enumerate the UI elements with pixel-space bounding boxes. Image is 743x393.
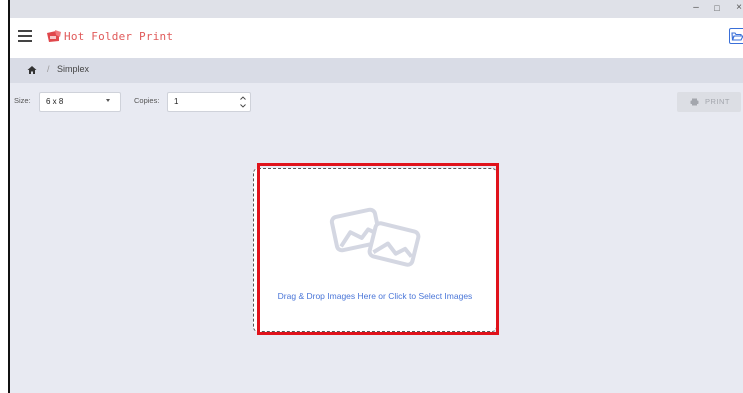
maximize-button[interactable]: □ [711, 2, 723, 14]
size-label: Size: [14, 96, 31, 105]
print-button-label: PRINT [705, 97, 730, 106]
close-button[interactable]: × [733, 2, 743, 14]
size-select[interactable]: 6 x 8 [39, 92, 121, 112]
home-icon[interactable] [27, 65, 37, 75]
breadcrumb-current: Simplex [57, 64, 90, 74]
breadcrumb-separator: / [47, 64, 50, 74]
printer-logo-icon [47, 30, 61, 42]
stepper-down-icon[interactable] [240, 104, 246, 108]
copies-value: 1 [174, 97, 179, 106]
printer-icon [690, 98, 699, 106]
copies-stepper[interactable]: 1 [167, 92, 251, 112]
open-folder-icon [731, 32, 743, 41]
window-titlebar: – □ × [10, 0, 743, 18]
minimize-button[interactable]: – [690, 2, 702, 14]
chevron-down-icon [106, 99, 110, 102]
print-toolbar: Size: 6 x 8 Copies: 1 PRINT [10, 83, 743, 123]
hamburger-menu-icon[interactable] [18, 30, 32, 42]
breadcrumb: / Simplex [10, 58, 743, 83]
app-title: Hot Folder Print [64, 30, 174, 43]
size-select-value: 6 x 8 [46, 97, 64, 106]
copies-label: Copies: [134, 96, 160, 105]
app-header: Hot Folder Print [10, 18, 743, 58]
images-icon [329, 207, 421, 267]
image-dropzone[interactable]: Drag & Drop Images Here or Click to Sele… [253, 168, 497, 332]
open-folder-button[interactable] [729, 28, 743, 44]
dropzone-instructions: Drag & Drop Images Here or Click to Sele… [277, 291, 473, 301]
stepper-up-icon[interactable] [240, 96, 246, 100]
print-button[interactable]: PRINT [677, 92, 741, 112]
